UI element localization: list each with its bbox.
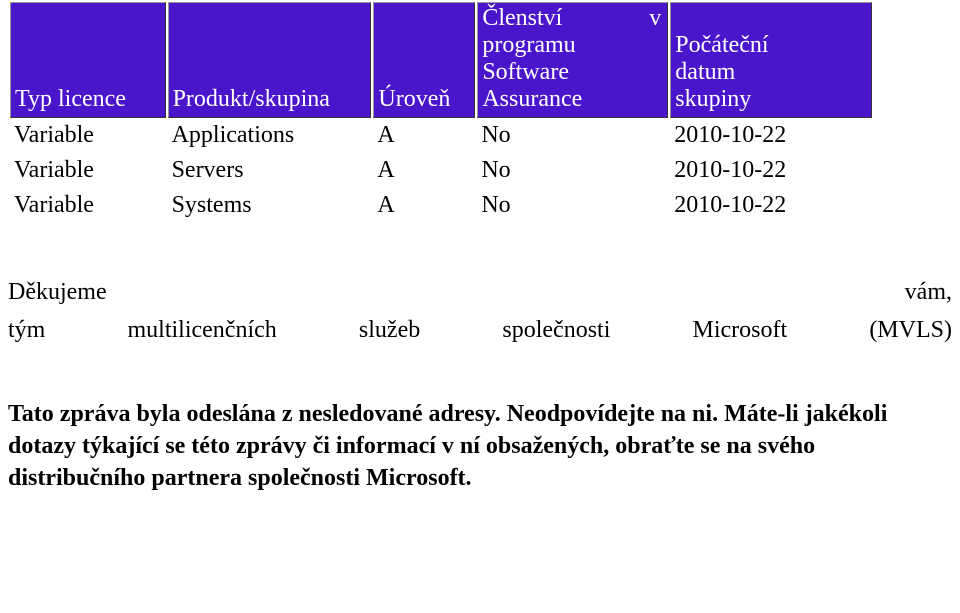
cell-produkt: Applications (168, 120, 372, 153)
closing-text: Microsoft (693, 311, 788, 349)
closing-line-1: Děkujeme vám, (8, 273, 952, 311)
cell-produkt: Servers (168, 155, 372, 188)
cell-datum: 2010-10-22 (670, 120, 872, 153)
closing-text: Děkujeme (8, 273, 107, 311)
closing-text: služeb (359, 311, 420, 349)
cell-produkt: Systems (168, 190, 372, 223)
table-header-row: Typ licence Produkt/skupina Úroveň Člens… (10, 2, 872, 118)
col-header-uroven: Úroveň (373, 2, 475, 118)
header-text: Členství (482, 5, 562, 32)
header-text: datum (675, 59, 865, 86)
col-header-typ-licence: Typ licence (10, 2, 166, 118)
footer-notice: Tato zpráva byla odeslána z nesledované … (8, 398, 952, 494)
cell-clenstvi: No (477, 155, 668, 188)
table-row: Variable Applications A No 2010-10-22 (10, 120, 872, 153)
header-text: skupiny (675, 86, 865, 113)
col-header-clenstvi: Členství v programu Software Assurance (477, 2, 668, 118)
closing-text: tým (8, 311, 45, 349)
closing-text: (MVLS) (869, 311, 952, 349)
closing-text: vám, (905, 273, 952, 311)
closing-text: multilicenčních (127, 311, 276, 349)
header-text: v (649, 5, 661, 32)
header-text: programu (482, 32, 661, 59)
cell-clenstvi: No (477, 120, 668, 153)
closing-text: společnosti (502, 311, 610, 349)
cell-clenstvi: No (477, 190, 668, 223)
cell-typ-licence: Variable (10, 190, 166, 223)
cell-typ-licence: Variable (10, 155, 166, 188)
header-text: Assurance (482, 86, 661, 113)
cell-uroven: A (373, 190, 475, 223)
cell-datum: 2010-10-22 (670, 190, 872, 223)
table-row: Variable Systems A No 2010-10-22 (10, 190, 872, 223)
col-header-produkt-skupina: Produkt/skupina (168, 2, 372, 118)
header-text: Software (482, 59, 661, 86)
closing-line-2: tým multilicenčních služeb společnosti M… (8, 311, 952, 349)
cell-typ-licence: Variable (10, 120, 166, 153)
table-row: Variable Servers A No 2010-10-22 (10, 155, 872, 188)
col-header-datum: Počáteční datum skupiny (670, 2, 872, 118)
closing-paragraph: Děkujeme vám, tým multilicenčních služeb… (8, 273, 952, 350)
cell-datum: 2010-10-22 (670, 155, 872, 188)
cell-uroven: A (373, 155, 475, 188)
cell-uroven: A (373, 120, 475, 153)
header-text: Počáteční (675, 32, 865, 59)
license-table: Typ licence Produkt/skupina Úroveň Člens… (8, 0, 874, 225)
